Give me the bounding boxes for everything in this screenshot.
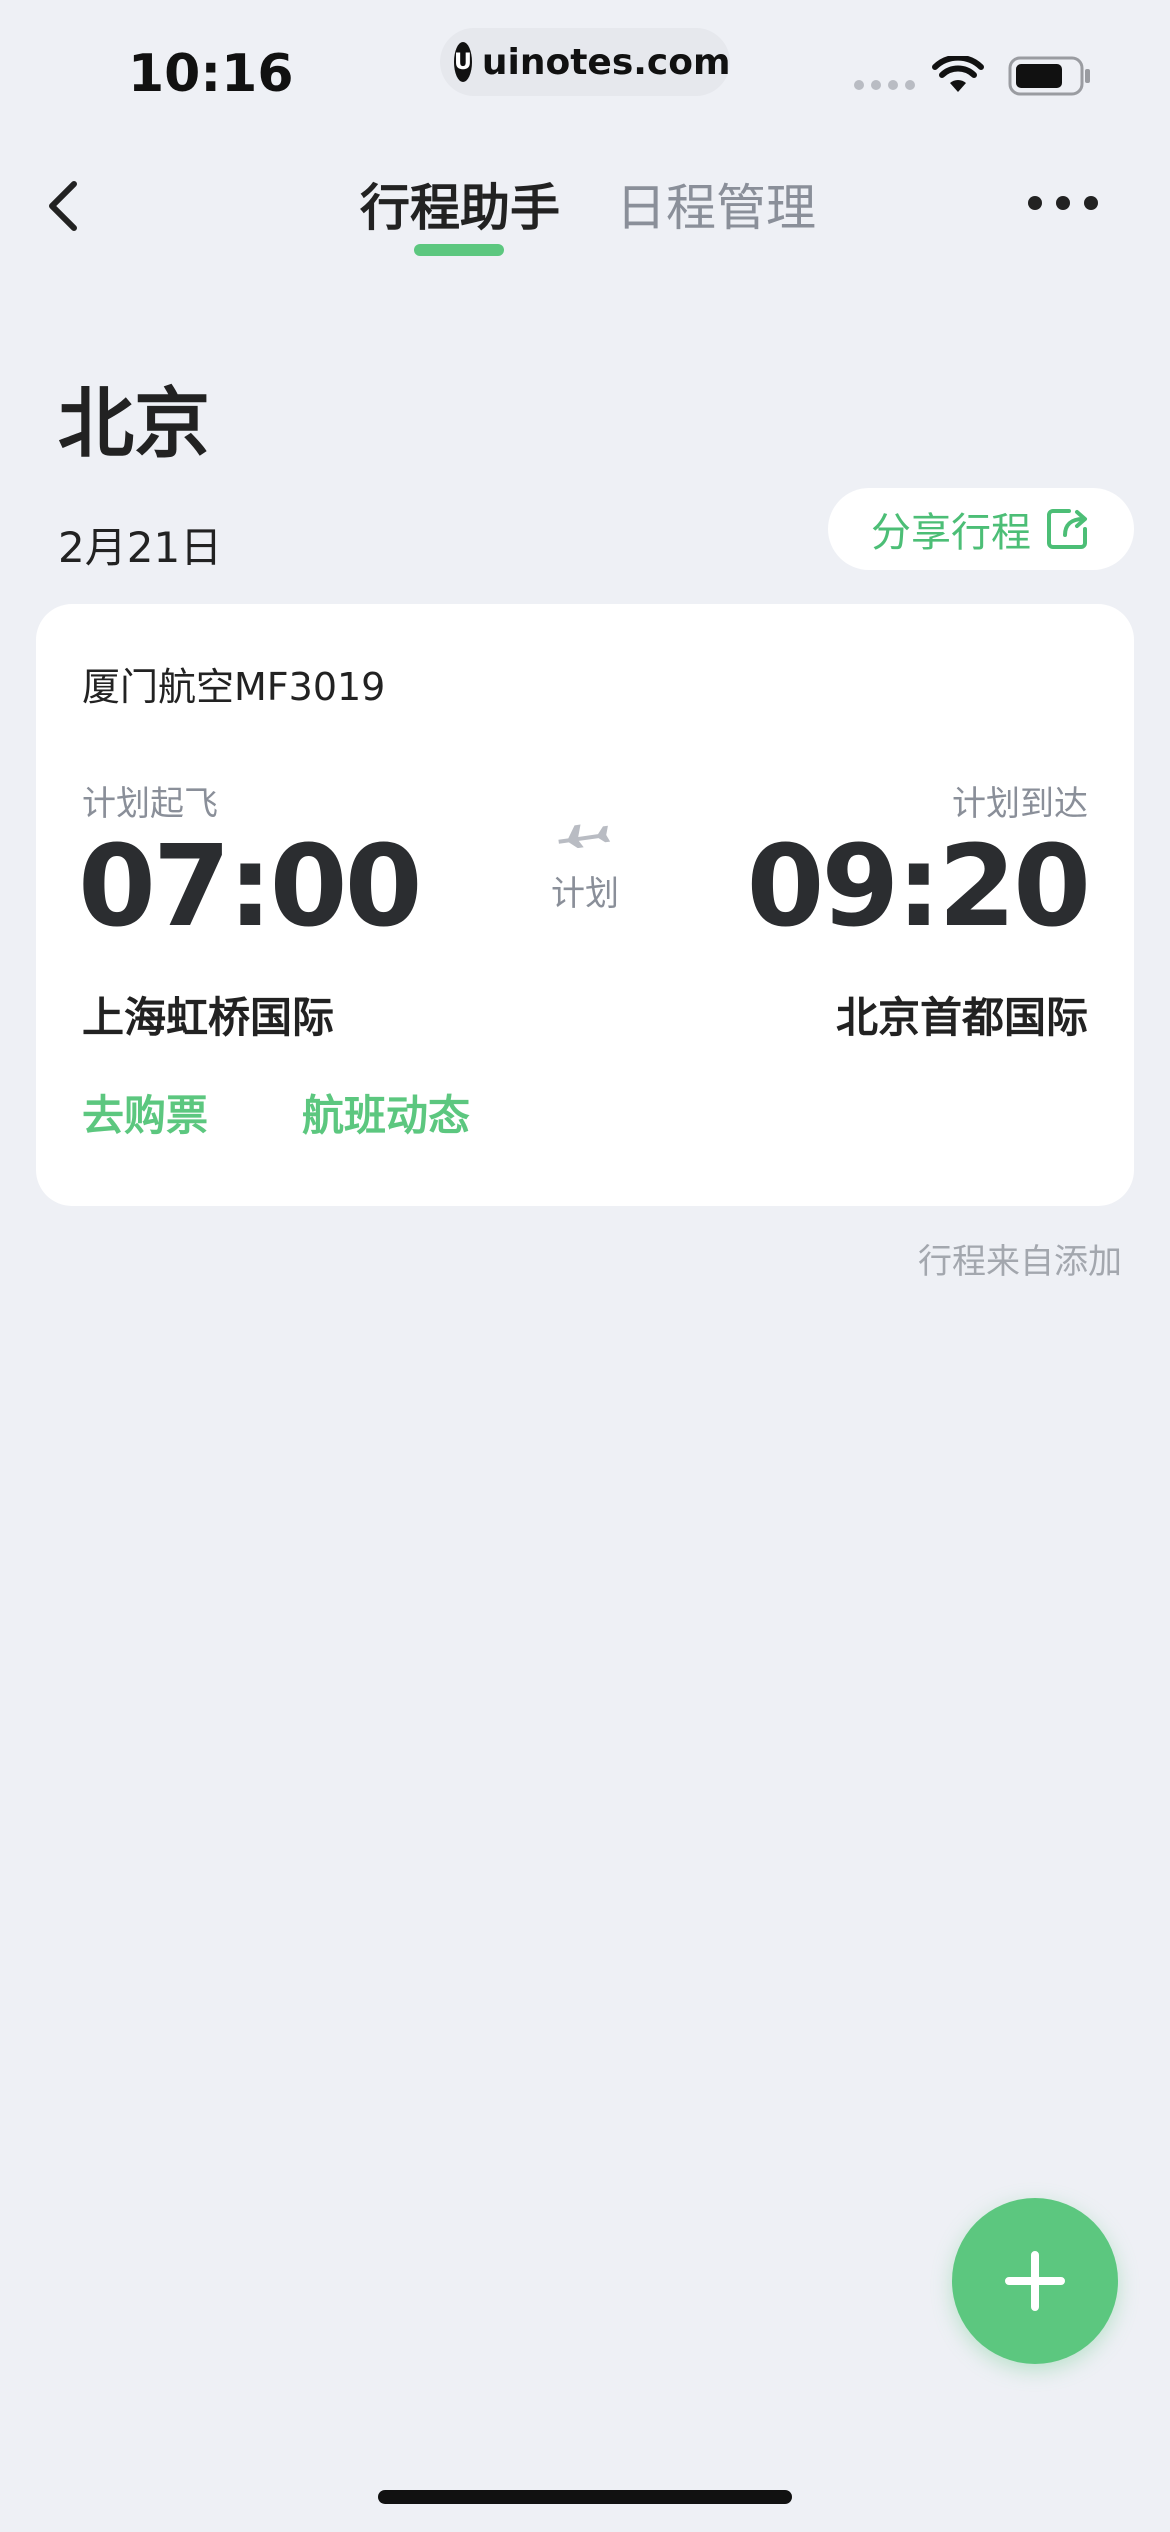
url-text: uinotes.com	[481, 41, 731, 83]
more-horizontal-icon[interactable]	[1028, 196, 1098, 210]
home-indicator[interactable]	[378, 2490, 792, 2504]
departure-airport: 上海虹桥国际	[82, 993, 335, 1042]
status-time: 10:16	[128, 44, 294, 104]
add-trip-button[interactable]	[952, 2198, 1118, 2364]
trip-assistant-screen: 10:16 U uinotes.com 行程助手 日程管理 北京 2月21日 分…	[0, 0, 1170, 2532]
wifi-icon	[932, 56, 984, 92]
battery-icon	[1008, 56, 1090, 96]
share-external-icon	[1047, 509, 1087, 549]
plus-icon	[1005, 2251, 1065, 2311]
departure-label: 计划起飞	[82, 784, 218, 824]
flight-card[interactable]: 厦门航空MF3019 计划起飞 计划到达 07:00 09:20 计划 上海虹桥…	[36, 604, 1134, 1206]
tab-bar: 行程助手 日程管理	[0, 160, 1170, 260]
city-title: 北京	[58, 379, 210, 468]
arrival-label: 计划到达	[952, 784, 1088, 824]
flight-dynamics-link[interactable]: 航班动态	[302, 1082, 470, 1143]
url-pill[interactable]: U uinotes.com	[440, 28, 731, 96]
flight-status: 计划	[551, 874, 619, 914]
share-trip-button[interactable]: 分享行程	[828, 488, 1134, 570]
tab-trip-assistant[interactable]: 行程助手	[360, 168, 560, 240]
tab-schedule-management[interactable]: 日程管理	[616, 168, 816, 240]
trip-source-note: 行程来自添加	[918, 1242, 1122, 1282]
flight-number: 厦门航空MF3019	[82, 665, 386, 709]
share-trip-label: 分享行程	[871, 510, 1031, 556]
arrival-airport: 北京首都国际	[835, 993, 1088, 1042]
cellular-signal-icon	[854, 80, 915, 90]
trip-date: 2月21日	[58, 523, 223, 572]
airplane-icon	[558, 824, 611, 848]
site-logo-icon: U	[454, 42, 472, 82]
active-tab-indicator	[414, 244, 504, 256]
buy-ticket-link[interactable]: 去购票	[82, 1082, 208, 1143]
